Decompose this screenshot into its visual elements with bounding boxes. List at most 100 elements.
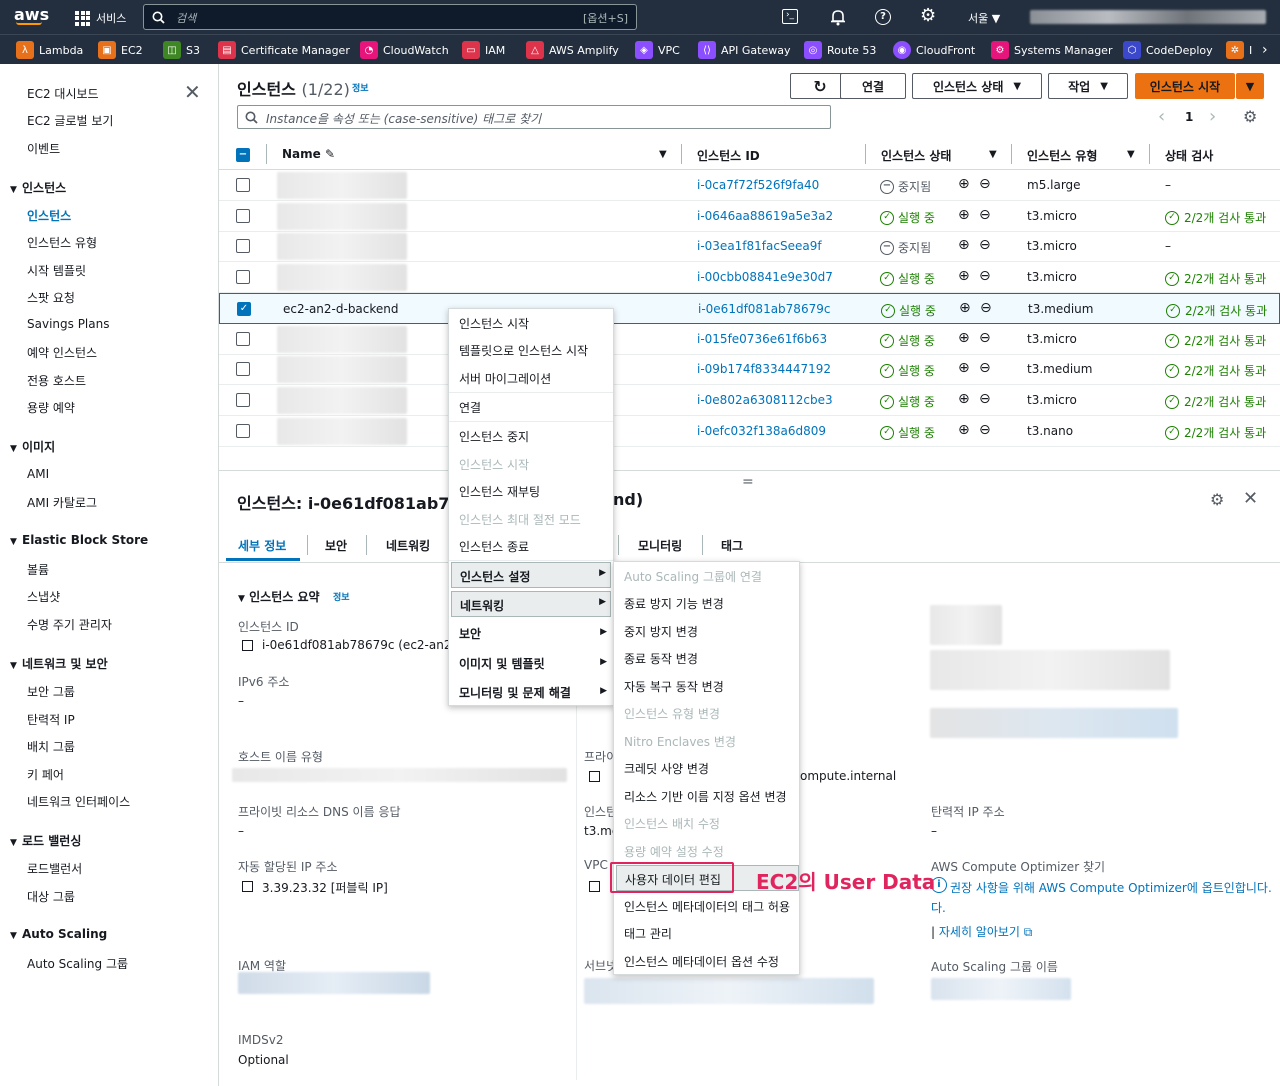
submenu-item-attach-asg[interactable]: Auto Scaling 그룹에 연결 bbox=[624, 568, 762, 585]
zoom-in-icon[interactable]: ⊕ bbox=[958, 391, 970, 407]
copy-icon[interactable] bbox=[589, 881, 600, 892]
row-instance-id[interactable]: i-0e802a6308112cbe3 bbox=[697, 393, 833, 407]
fav-api-gateway[interactable]: ⟨⟩ API Gateway bbox=[698, 40, 791, 60]
filter-input[interactable]: Instance을 속성 또는 (case-sensitive) 태그로 찾기 bbox=[237, 105, 831, 129]
instance-state-button[interactable]: 인스턴스 상태 ▼ bbox=[912, 73, 1042, 99]
fav-cloudwatch[interactable]: ◔ CloudWatch bbox=[360, 40, 449, 60]
submenu-item-stop-protection[interactable]: 중지 방지 변경 bbox=[624, 623, 698, 640]
sidebar-item-ec2-dashboard[interactable]: EC2 대시보드 bbox=[27, 85, 99, 102]
search-input[interactable]: 검색 bbox=[176, 10, 196, 26]
summary-header[interactable]: ▼ 인스턴스 요약 bbox=[238, 588, 320, 605]
submenu-item-manage-tags[interactable]: 태그 관리 bbox=[624, 925, 672, 942]
row-checkbox[interactable]: ✓ bbox=[237, 302, 251, 316]
close-icon[interactable]: ✕ bbox=[1243, 488, 1258, 509]
submenu-item-auto-recovery[interactable]: 자동 복구 동작 변경 bbox=[624, 678, 724, 695]
sidebar-section-images[interactable]: ▼ 이미지 bbox=[10, 438, 55, 455]
submenu-item-nitro-enclaves[interactable]: Nitro Enclaves 변경 bbox=[624, 733, 736, 750]
zoom-out-icon[interactable]: ⊖ bbox=[979, 176, 991, 192]
preferences-gear-icon[interactable]: ⚙ bbox=[1243, 107, 1257, 126]
zoom-out-icon[interactable]: ⊖ bbox=[979, 207, 991, 223]
zoom-out-icon[interactable]: ⊖ bbox=[980, 300, 992, 316]
menu-item-instance-settings[interactable]: 인스턴스 설정 ▶ bbox=[451, 562, 611, 588]
submenu-item-metadata-options[interactable]: 인스턴스 메타데이터 옵션 수정 bbox=[624, 953, 779, 970]
table-row[interactable]: i-0efc032f138a6d809 ✓ 실행 중 ⊕ ⊖ t3.nano ✓ 2/2개 검… bbox=[219, 416, 1280, 447]
help-icon[interactable]: ? bbox=[875, 9, 891, 25]
row-status-check[interactable]: 2/2개 검사 통과 bbox=[1184, 209, 1266, 226]
compute-optimizer-link-tail[interactable]: 다. bbox=[931, 899, 946, 916]
menu-item-launch-instances[interactable]: 인스턴스 시작 bbox=[459, 315, 529, 332]
fav-certificate-manager[interactable]: ▤ Certificate Manager bbox=[218, 40, 350, 60]
sidebar-section-load-balancing[interactable]: ▼ 로드 밸런싱 bbox=[10, 832, 81, 849]
zoom-out-icon[interactable]: ⊖ bbox=[979, 360, 991, 376]
row-instance-id[interactable]: i-0646aa88619a5e3a2 bbox=[697, 209, 833, 223]
submenu-item-credit-spec[interactable]: 크레딧 사양 변경 bbox=[624, 760, 709, 777]
submenu-item-metadata-tags[interactable]: 인스턴스 메타데이터의 태그 허용 bbox=[624, 898, 790, 915]
sort-caret-icon[interactable]: ▼ bbox=[659, 149, 667, 160]
search-bar[interactable]: 검색 [옵션+S] bbox=[143, 4, 637, 30]
sidebar-item-elastic-ips[interactable]: 탄력적 IP bbox=[27, 711, 75, 728]
sidebar-item-network-interfaces[interactable]: 네트워크 인터페이스 bbox=[27, 793, 130, 810]
table-row[interactable]: ✓ ec2-an2-d-backend i-0e61df081ab78679c ✓ 실행… bbox=[219, 293, 1280, 324]
sidebar-item-ami[interactable]: AMI bbox=[27, 467, 49, 481]
bell-icon[interactable] bbox=[829, 8, 847, 26]
copy-icon[interactable] bbox=[242, 640, 253, 651]
table-row[interactable]: i-0e802a6308112cbe3 ✓ 실행 중 ⊕ ⊖ t3.micro ✓ 2/2개 … bbox=[219, 385, 1280, 416]
fav-cloudfront[interactable]: ◉ CloudFront bbox=[893, 40, 975, 60]
zoom-in-icon[interactable]: ⊕ bbox=[958, 360, 970, 376]
compute-optimizer-link[interactable]: 권장 사항을 위해 AWS Compute Optimizer에 옵트인합니다. bbox=[950, 879, 1272, 896]
menu-item-reboot-instance[interactable]: 인스턴스 재부팅 bbox=[459, 483, 540, 500]
sidebar-section-network-security[interactable]: ▼ 네트워크 및 보안 bbox=[10, 655, 108, 672]
tab-monitoring[interactable]: 모니터링 bbox=[638, 537, 682, 554]
sidebar-section-auto-scaling[interactable]: ▼ Auto Scaling bbox=[10, 927, 107, 941]
tab-tags[interactable]: 태그 bbox=[721, 537, 743, 554]
zoom-in-icon[interactable]: ⊕ bbox=[959, 300, 971, 316]
column-header-status-check[interactable]: 상태 검사 bbox=[1165, 147, 1213, 164]
table-row[interactable]: i-0ca7f72f526f9fa40 − 중지됨 ⊕ ⊖ m5.large – bbox=[219, 170, 1280, 201]
summary-info-link[interactable]: 정보 bbox=[333, 590, 350, 603]
row-status-check[interactable]: 2/2개 검사 통과 bbox=[1184, 270, 1266, 287]
menu-item-terminate-instance[interactable]: 인스턴스 종료 bbox=[459, 538, 529, 555]
sidebar-item-volumes[interactable]: 볼륨 bbox=[27, 561, 49, 578]
asg-name-redacted[interactable] bbox=[931, 978, 1071, 1000]
learn-more-link[interactable]: | 자세히 알아보기 ⧉ bbox=[931, 923, 1032, 940]
services-menu[interactable]: 서비스 bbox=[75, 10, 126, 26]
row-instance-id[interactable]: i-00cbb08841e9e30d7 bbox=[697, 270, 833, 284]
close-icon[interactable]: ✕ bbox=[184, 82, 201, 102]
row-checkbox[interactable] bbox=[236, 270, 250, 284]
fav-more[interactable]: ✲ I bbox=[1226, 40, 1252, 60]
zoom-out-icon[interactable]: ⊖ bbox=[979, 422, 991, 438]
zoom-in-icon[interactable]: ⊕ bbox=[958, 330, 970, 346]
column-header-name[interactable]: Name ✎ bbox=[282, 147, 335, 161]
submenu-item-resource-naming[interactable]: 리소스 기반 이름 지정 옵션 변경 bbox=[624, 788, 787, 805]
sidebar-item-capacity-reservations[interactable]: 용량 예약 bbox=[27, 399, 75, 416]
zoom-out-icon[interactable]: ⊖ bbox=[979, 391, 991, 407]
zoom-in-icon[interactable]: ⊕ bbox=[958, 237, 970, 253]
row-status-check[interactable]: 2/2개 검사 통과 bbox=[1184, 362, 1266, 379]
chevron-right-icon[interactable]: › bbox=[1262, 40, 1268, 60]
page-number[interactable]: 1 bbox=[1185, 110, 1193, 124]
row-instance-id[interactable]: i-09b174f8334447192 bbox=[697, 362, 831, 376]
tab-security[interactable]: 보안 bbox=[325, 537, 347, 554]
prev-page-icon[interactable]: ‹ bbox=[1158, 106, 1165, 127]
row-checkbox[interactable] bbox=[236, 362, 250, 376]
row-checkbox[interactable] bbox=[236, 424, 250, 438]
sidebar-item-ami-catalog[interactable]: AMI 카탈로그 bbox=[27, 494, 97, 511]
zoom-in-icon[interactable]: ⊕ bbox=[958, 422, 970, 438]
subnet-redacted[interactable] bbox=[584, 978, 874, 1004]
zoom-out-icon[interactable]: ⊖ bbox=[979, 237, 991, 253]
account-menu-redacted[interactable] bbox=[1030, 10, 1266, 24]
fav-codedeploy[interactable]: ⬡ CodeDeploy bbox=[1123, 40, 1213, 60]
sidebar-item-auto-scaling-groups[interactable]: Auto Scaling 그룹 bbox=[27, 955, 128, 972]
row-instance-id[interactable]: i-015fe0736e61f6b63 bbox=[697, 332, 827, 346]
sidebar-item-security-groups[interactable]: 보안 그룹 bbox=[27, 683, 75, 700]
actions-button[interactable]: 작업 ▼ bbox=[1048, 73, 1128, 99]
detail-settings-gear-icon[interactable]: ⚙ bbox=[1210, 490, 1224, 509]
fav-ec2[interactable]: ▣ EC2 bbox=[98, 40, 143, 60]
fav-lambda[interactable]: λ Lambda bbox=[16, 40, 83, 60]
sidebar-item-spot-requests[interactable]: 스팟 요청 bbox=[27, 289, 75, 306]
sidebar-item-lifecycle-manager[interactable]: 수명 주기 관리자 bbox=[27, 616, 112, 633]
fav-amplify[interactable]: △ AWS Amplify bbox=[526, 40, 619, 60]
sidebar-item-events[interactable]: 이벤트 bbox=[27, 140, 60, 157]
zoom-in-icon[interactable]: ⊕ bbox=[958, 176, 970, 192]
submenu-item-capacity-reservation[interactable]: 용량 예약 설정 수정 bbox=[624, 843, 724, 860]
